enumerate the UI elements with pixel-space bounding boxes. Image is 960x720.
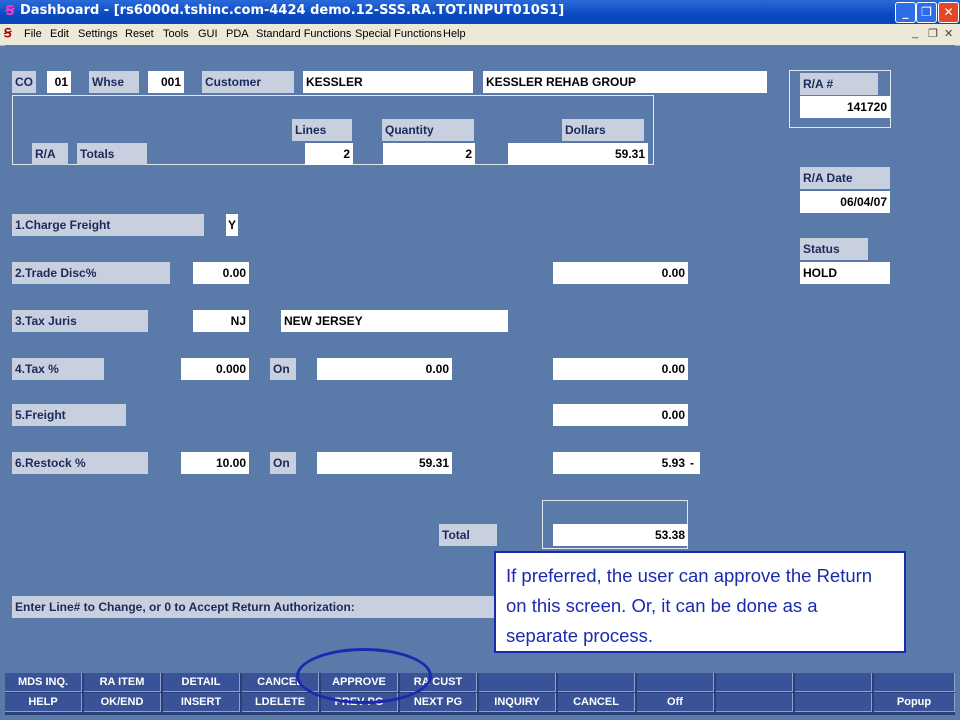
- ra-number-field[interactable]: 141720: [800, 96, 890, 118]
- lines-label: Lines: [292, 119, 352, 141]
- fkey-blank-1-11[interactable]: [795, 673, 872, 692]
- tax-on-field: 0.00: [317, 358, 452, 380]
- tax-juris-label: 3.Tax Juris: [12, 310, 148, 332]
- fkey-ldelete[interactable]: LDELETE: [242, 693, 319, 712]
- tax-juris-name-field: NEW JERSEY: [281, 310, 508, 332]
- fkey-inquiry[interactable]: INQUIRY: [479, 693, 556, 712]
- totals-label: Totals: [77, 143, 147, 165]
- fkey-ra-item[interactable]: RA ITEM: [84, 673, 161, 692]
- ra-date-label: R/A Date: [800, 167, 890, 189]
- prompt-text: Enter Line# to Change, or 0 to Accept Re…: [12, 596, 499, 618]
- trade-disc-label: 2.Trade Disc%: [12, 262, 170, 284]
- sss-logo-icon: Ꞩ: [5, 4, 15, 19]
- tax-pct-label: 4.Tax %: [12, 358, 104, 380]
- restock-on-field: 59.31: [317, 452, 452, 474]
- ra-label: R/A: [32, 143, 68, 165]
- fkey-help[interactable]: HELP: [5, 693, 82, 712]
- menu-edit[interactable]: Edit: [50, 28, 69, 40]
- function-keys-bar: MDS INQ. RA ITEM DETAIL CANCEL APPROVE R…: [5, 673, 955, 715]
- fkey-mds-inq[interactable]: MDS INQ.: [5, 673, 82, 692]
- quantity-field: 2: [383, 143, 475, 165]
- fkey-blank-1-12[interactable]: [874, 673, 955, 692]
- restock-label: 6.Restock %: [12, 452, 148, 474]
- fkey-blank-1-10[interactable]: [716, 673, 793, 692]
- trade-disc-amount-field: 0.00: [553, 262, 688, 284]
- fkey-insert[interactable]: INSERT: [163, 693, 240, 712]
- total-label: Total: [439, 524, 497, 546]
- menu-special-functions[interactable]: Special Functions: [355, 28, 442, 40]
- fkey-detail[interactable]: DETAIL: [163, 673, 240, 692]
- total-field: 53.38: [553, 524, 688, 546]
- charge-freight-field[interactable]: Y: [226, 214, 238, 236]
- restock-pct-field[interactable]: 10.00: [181, 452, 249, 474]
- menu-standard-functions[interactable]: Standard Functions: [256, 28, 351, 40]
- trade-disc-field[interactable]: 0.00: [193, 262, 249, 284]
- menu-tools[interactable]: Tools: [163, 28, 189, 40]
- fkey-blank-1-8[interactable]: [558, 673, 635, 692]
- maximize-button[interactable]: ❐: [916, 2, 937, 23]
- fkey-blank-2-11[interactable]: [795, 693, 872, 712]
- menu-settings[interactable]: Settings: [78, 28, 118, 40]
- customer-label: Customer: [202, 71, 294, 93]
- tax-amount-field: 0.00: [553, 358, 688, 380]
- charge-freight-label: 1.Charge Freight: [12, 214, 204, 236]
- callout-note: If preferred, the user can approve the R…: [494, 551, 906, 653]
- customer-name-field: KESSLER REHAB GROUP: [483, 71, 767, 93]
- mdi-restore-button[interactable]: ❐: [928, 27, 938, 40]
- mdi-minimize-button[interactable]: _: [912, 27, 918, 39]
- ra-number-label: R/A #: [800, 73, 878, 95]
- tax-juris-code-field[interactable]: NJ: [193, 310, 249, 332]
- approve-highlight-oval: [296, 648, 432, 704]
- fkey-blank-1-7[interactable]: [479, 673, 556, 692]
- fkey-popup[interactable]: Popup: [874, 693, 955, 712]
- window-title: Dashboard - [rs6000d.tshinc.com-4424 dem…: [20, 3, 565, 18]
- tax-on-label: On: [270, 358, 296, 380]
- fkey-blank-1-9[interactable]: [637, 673, 714, 692]
- whse-field[interactable]: 001: [148, 71, 184, 93]
- restock-sign: -: [688, 452, 700, 474]
- fkey-cancel[interactable]: CANCEL: [558, 693, 635, 712]
- window-titlebar: Ꞩ Dashboard - [rs6000d.tshinc.com-4424 d…: [0, 0, 960, 24]
- close-button[interactable]: ✕: [938, 2, 959, 23]
- lines-field: 2: [305, 143, 353, 165]
- whse-label: Whse: [89, 71, 139, 93]
- fkey-off[interactable]: Off: [637, 693, 714, 712]
- status-field: HOLD: [800, 262, 890, 284]
- co-field[interactable]: 01: [47, 71, 71, 93]
- status-label: Status: [800, 238, 868, 260]
- menu-help[interactable]: Help: [443, 28, 466, 40]
- dollars-label: Dollars: [562, 119, 644, 141]
- freight-amount-field[interactable]: 0.00: [553, 404, 688, 426]
- menu-reset[interactable]: Reset: [125, 28, 154, 40]
- minimize-button[interactable]: _: [895, 2, 916, 23]
- sss-menu-icon[interactable]: Ꞩ: [4, 26, 12, 40]
- ra-date-field[interactable]: 06/04/07: [800, 191, 890, 213]
- customer-field[interactable]: KESSLER: [303, 71, 473, 93]
- quantity-label: Quantity: [382, 119, 474, 141]
- mdi-close-button[interactable]: ✕: [944, 27, 953, 40]
- tax-pct-field[interactable]: 0.000: [181, 358, 249, 380]
- fkey-blank-2-10[interactable]: [716, 693, 793, 712]
- restock-amount-field: 5.93: [553, 452, 688, 474]
- co-label: CO: [12, 71, 36, 93]
- menu-bar: Ꞩ File Edit Settings Reset Tools GUI PDA…: [0, 24, 960, 46]
- menu-file[interactable]: File: [24, 28, 42, 40]
- menu-gui[interactable]: GUI: [198, 28, 218, 40]
- freight-label: 5.Freight: [12, 404, 126, 426]
- menu-pda[interactable]: PDA: [226, 28, 249, 40]
- restock-on-label: On: [270, 452, 296, 474]
- fkey-ok-end[interactable]: OK/END: [84, 693, 161, 712]
- dollars-field: 59.31: [508, 143, 648, 165]
